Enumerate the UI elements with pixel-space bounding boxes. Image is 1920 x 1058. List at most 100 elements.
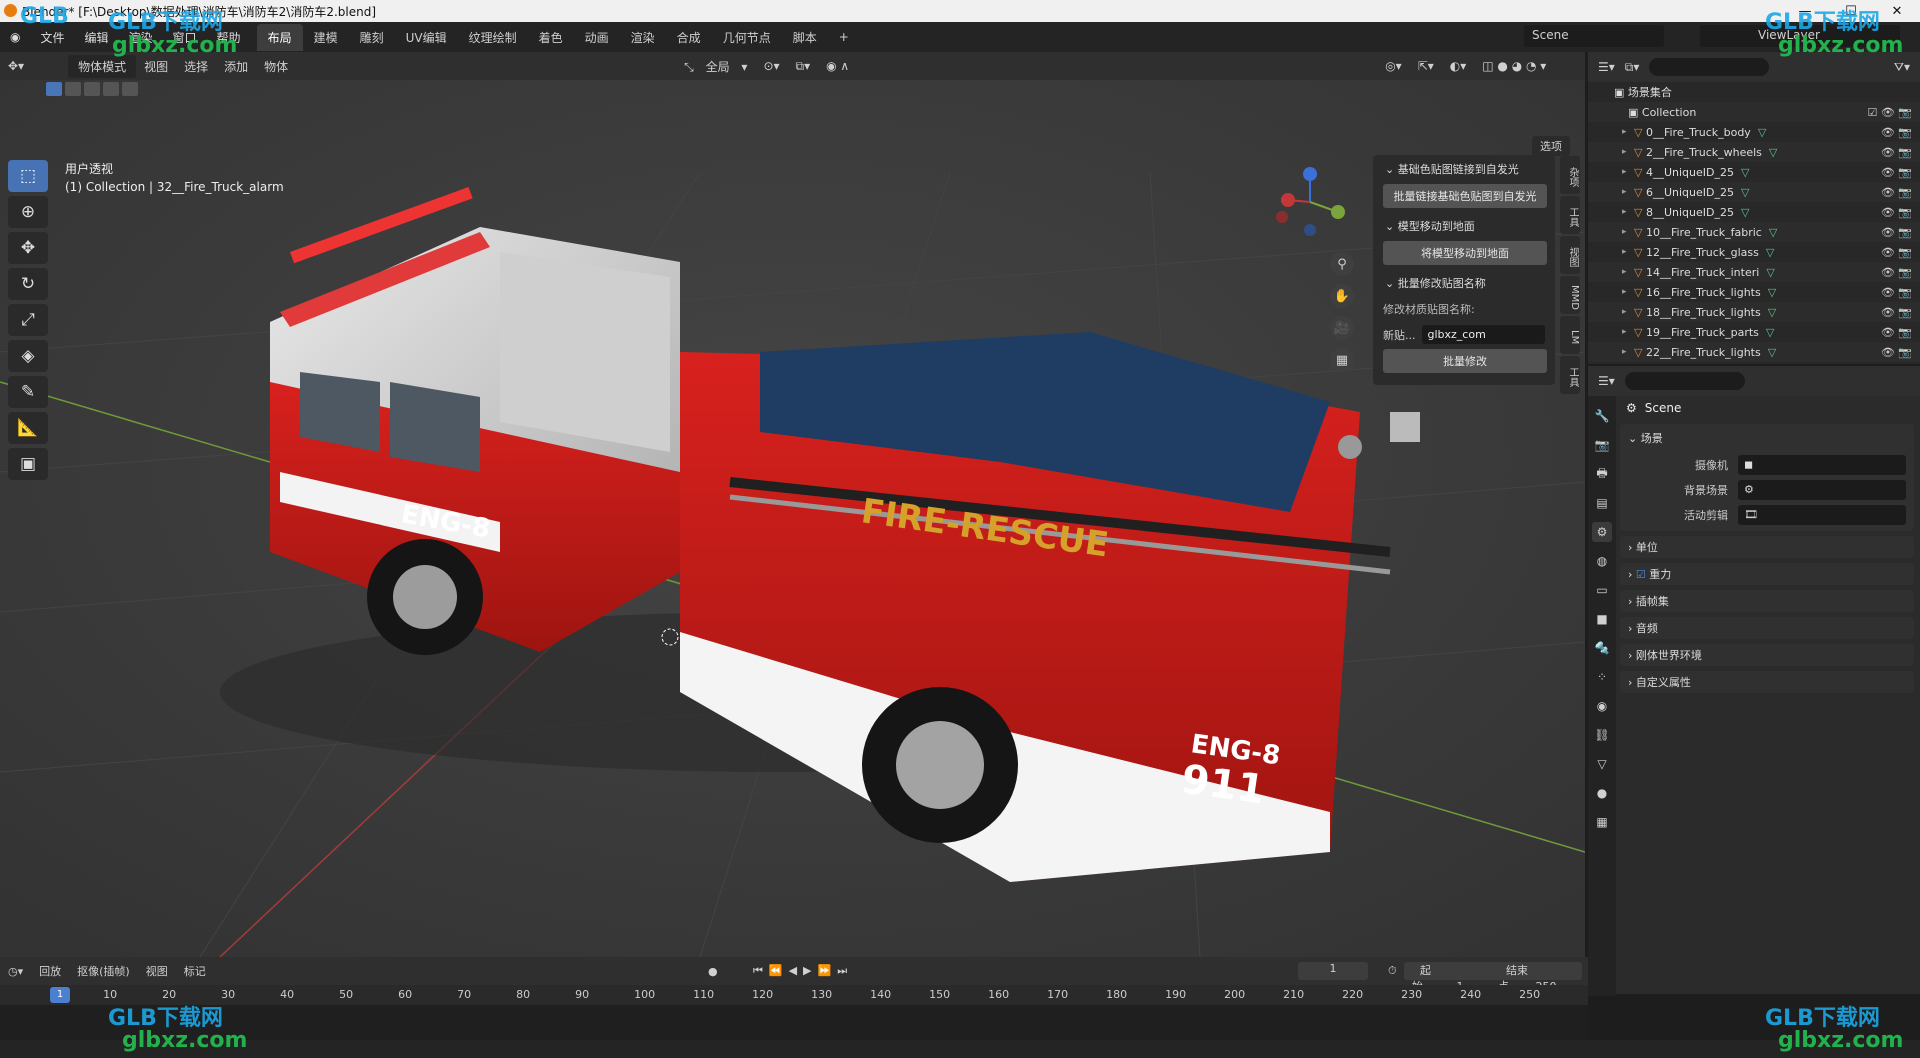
move-tool-icon[interactable]: ✥ [8,232,48,264]
expand-arrow-icon[interactable]: ▸ [1622,327,1634,337]
display-mode-icon[interactable]: ⧉▾ [1625,60,1640,75]
expand-arrow-icon[interactable]: ▸ [1622,187,1634,197]
tab-rendering[interactable]: 渲染 [620,24,666,51]
expand-arrow-icon[interactable]: ▸ [1622,147,1634,157]
outliner-object-row[interactable]: ▸ ▽ 0__Fire_Truck_body ▽ 👁 📷 [1588,122,1920,142]
filter-icon[interactable]: ⛛▾ [1894,60,1920,75]
scene-selector[interactable]: Scene [1524,25,1664,47]
batch-rename-button[interactable]: 批量修改 [1383,349,1547,373]
select-intersect-icon[interactable] [122,82,138,96]
playback-controls[interactable]: ⏮⏪◀▶⏩⏭ [745,964,861,978]
menu-object[interactable]: 物体 [256,58,296,75]
scene-tab-icon[interactable]: ⚙ [1592,522,1612,542]
cursor-tool-icon[interactable]: ⊕ [8,196,48,228]
visibility-toggles[interactable]: 👁 📷 [1881,146,1912,159]
menu-playback[interactable]: 回放 [31,963,69,979]
visibility-toggles[interactable]: 👁 📷 [1881,246,1912,259]
visibility-toggles[interactable]: 👁 📷 [1881,226,1912,239]
proportional-edit-icon[interactable]: ◉ ∧ [818,59,857,73]
outliner-object-row[interactable]: ▸ ▽ 8__UniqueID_25 ▽ 👁 📷 [1588,202,1920,222]
select-extend-icon[interactable] [65,82,81,96]
scale-tool-icon[interactable]: ⤢ [8,304,48,336]
camera-view-icon[interactable]: 🎥 [1330,316,1354,340]
pan-hand-icon[interactable]: ✋ [1330,284,1354,308]
collection-row[interactable]: ▣ Collection ☑ 👁 📷 [1588,102,1920,122]
editor-type-icon[interactable]: ✥▾ [0,59,32,73]
scene-collection-row[interactable]: ▣ 场景集合 [1588,82,1920,102]
tab-tool[interactable]: 工具 [1560,196,1580,234]
view-layer-tab-icon[interactable]: ▤ [1592,493,1612,513]
measure-tool-icon[interactable]: 📐 [8,412,48,444]
menu-timeline-view[interactable]: 视图 [138,963,176,979]
3d-viewport[interactable]: FIRE-RESCUE ENG-8 ENG-8 911 ✥▾ 物体模式 视图 选… [0,52,1585,957]
rigid-body-world-panel[interactable]: › 刚体世界环境 [1620,644,1914,666]
outliner-object-row[interactable]: ▸ ▽ 12__Fire_Truck_glass ▽ 👁 📷 [1588,242,1920,262]
expand-arrow-icon[interactable]: ▸ [1622,127,1634,137]
options-button[interactable]: 选项 [1532,136,1570,156]
outliner-object-row[interactable]: ▸ ▽ 19__Fire_Truck_parts ▽ 👁 📷 [1588,322,1920,342]
material-tab-icon[interactable]: ● [1592,783,1612,803]
audio-panel[interactable]: › 音频 [1620,617,1914,639]
expand-arrow-icon[interactable]: ▸ [1622,347,1634,357]
world-tab-icon[interactable]: ◍ [1592,551,1612,571]
tab-geometry-nodes[interactable]: 几何节点 [712,24,782,51]
menu-view[interactable]: 视图 [136,58,176,75]
tool-tab-icon[interactable]: 🔧 [1592,406,1612,426]
menu-add[interactable]: 添加 [216,58,256,75]
tab-uv-editing[interactable]: UV编辑 [395,24,458,51]
visibility-toggles[interactable]: 👁 📷 [1881,186,1912,199]
menu-file[interactable]: 文件 [30,29,74,46]
frame-ruler[interactable]: 10 20 30 40 50 60 70 80 90 100 110 120 130 140 150 160 1… [0,985,1588,1005]
overlay-toggle-icon[interactable]: ◐▾ [1442,59,1475,73]
expand-arrow-icon[interactable]: ▸ [1622,227,1634,237]
outliner-object-row[interactable]: ▸ ▽ 18__Fire_Truck_lights ▽ 👁 📷 [1588,302,1920,322]
move-to-ground-button[interactable]: 将模型移动到地面 [1383,241,1547,265]
expand-arrow-icon[interactable]: ▸ [1622,167,1634,177]
tab-compositing[interactable]: 合成 [666,24,712,51]
add-cube-tool-icon[interactable]: ▣ [8,448,48,480]
timeline-editor-icon[interactable]: ◷▾ [0,965,31,978]
background-scene-field[interactable]: ⚙ [1738,479,1906,500]
start-frame-field[interactable]: 起始 1 [1404,962,1496,993]
tab-tool-2[interactable]: 工具 [1560,356,1580,394]
transform-tool-icon[interactable]: ◈ [8,340,48,372]
visibility-toggles[interactable]: 👁 📷 [1881,206,1912,219]
batch-link-emission-button[interactable]: 批量链接基础色贴图到自发光 [1383,184,1547,208]
tab-sculpting[interactable]: 雕刻 [349,24,395,51]
gizmo-toggle-icon[interactable]: ⇱▾ [1410,59,1442,73]
tab-misc[interactable]: 杂项 [1560,156,1580,194]
outliner-editor-icon[interactable]: ☰▾ [1598,60,1615,74]
keying-sets-panel[interactable]: › 插帧集 [1620,590,1914,612]
camera-field[interactable]: ◼ [1738,454,1906,475]
blender-menu-icon[interactable]: ◉ [0,30,30,44]
texture-tab-icon[interactable]: ▦ [1592,812,1612,832]
expand-arrow-icon[interactable]: ▸ [1622,267,1634,277]
rotate-tool-icon[interactable]: ↻ [8,268,48,300]
tab-shading[interactable]: 着色 [528,24,574,51]
outliner-object-row[interactable]: ▸ ▽ 2__Fire_Truck_wheels ▽ 👁 📷 [1588,142,1920,162]
zoom-icon[interactable]: ⚲ [1330,252,1354,276]
visibility-toggles[interactable]: 👁 📷 [1881,346,1912,359]
outliner-object-row[interactable]: ▸ ▽ 16__Fire_Truck_lights ▽ 👁 📷 [1588,282,1920,302]
physics-tab-icon[interactable]: ◉ [1592,696,1612,716]
outliner-object-row[interactable]: ▸ ▽ 14__Fire_Truck_interi ▽ 👁 📷 [1588,262,1920,282]
menu-select[interactable]: 选择 [176,58,216,75]
visibility-icon[interactable]: ◎▾ [1377,59,1410,73]
close-icon[interactable]: ✕ [1874,0,1920,22]
transform-orientation-dropdown[interactable]: ⤡ 全局 ▾ [676,58,755,75]
particles-tab-icon[interactable]: ⁘ [1592,667,1612,687]
current-frame-field[interactable]: 1 [1298,962,1368,980]
visibility-toggles[interactable]: 👁 📷 [1881,286,1912,299]
ortho-grid-icon[interactable]: ▦ [1330,348,1354,372]
output-tab-icon[interactable]: 🖶 [1592,464,1612,484]
menu-keying[interactable]: 抠像(插帧) [69,963,138,979]
custom-properties-panel[interactable]: › 自定义属性 [1620,671,1914,693]
expand-arrow-icon[interactable]: ▸ [1622,287,1634,297]
collection-tab-icon[interactable]: ▭ [1592,580,1612,600]
tab-layout[interactable]: 布局 [256,23,303,51]
properties-search-input[interactable] [1624,372,1745,390]
active-clip-field[interactable]: 🎞 [1738,504,1906,525]
navigation-gizmo[interactable] [1270,162,1350,242]
outliner-object-row[interactable]: ▸ ▽ 10__Fire_Truck_fabric ▽ 👁 📷 [1588,222,1920,242]
select-new-icon[interactable] [46,82,62,96]
